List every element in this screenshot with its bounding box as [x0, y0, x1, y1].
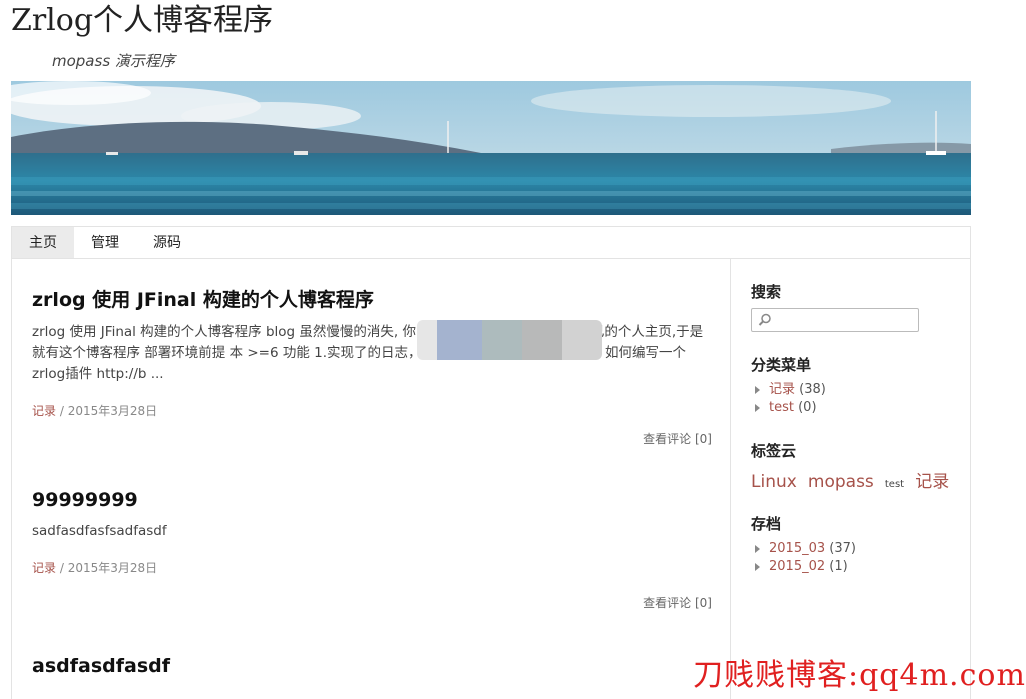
post-item: zrlog 使用 JFinal 构建的个人博客程序 zrlog 使用 JFina…	[32, 285, 712, 446]
search-box	[751, 308, 919, 332]
post-excerpt: sadfasdfasfsadfasdf	[32, 523, 167, 539]
list-item: test (0)	[751, 399, 826, 417]
category-link[interactable]: test	[769, 400, 794, 415]
search-widget: 搜索	[751, 281, 919, 332]
post-item: asdfasdfasdf	[32, 655, 712, 677]
post-meta: 记录 / 2015年3月28日	[32, 402, 712, 419]
tag-link[interactable]: 记录	[915, 472, 949, 492]
category-list: 记录 (38) test (0)	[751, 381, 826, 417]
archive-count: (37)	[829, 541, 856, 556]
tag-cloud-title: 标签云	[751, 442, 797, 460]
archive-link[interactable]: 2015_03	[769, 541, 825, 556]
nav-item-source[interactable]: 源码	[136, 227, 198, 259]
category-link[interactable]: 记录	[769, 382, 795, 397]
post-title[interactable]: 99999999	[32, 489, 712, 511]
post-excerpt: zrlog 使用 JFinal 构建的个人博客程序 blog 虽然慢慢的消失, …	[32, 324, 704, 382]
nav-item-admin[interactable]: 管理	[74, 227, 136, 259]
search-widget-title: 搜索	[751, 283, 782, 301]
list-item: 记录 (38)	[751, 381, 826, 399]
archive-widget: 存档 2015_03 (37) 2015_02 (1)	[751, 513, 856, 576]
archive-link[interactable]: 2015_02	[769, 559, 825, 574]
post-category-link[interactable]: 记录	[32, 561, 56, 575]
bullet-icon	[755, 563, 760, 571]
post-meta: 记录 / 2015年3月28日	[32, 559, 712, 576]
view-comments-link[interactable]: 查看评论 [0]	[643, 430, 712, 447]
tag-link[interactable]: test	[885, 479, 904, 490]
watermark-text: 刀贱贱博客:qq4m.com	[693, 658, 1026, 693]
search-input[interactable]	[772, 311, 916, 329]
meta-separator: /	[59, 561, 68, 575]
tag-cloud-widget: 标签云 Linux mopass test 记录	[751, 440, 955, 492]
main-navigation: 主页 管理 源码	[11, 226, 971, 259]
category-count: (38)	[799, 382, 826, 397]
tag-link[interactable]: Linux	[751, 472, 797, 492]
header-banner-image	[11, 81, 971, 215]
category-count: (0)	[798, 400, 817, 415]
archive-count: (1)	[829, 559, 848, 574]
post-date: 2015年3月28日	[67, 404, 158, 418]
list-item: 2015_03 (37)	[751, 540, 856, 558]
post-list: zrlog 使用 JFinal 构建的个人博客程序 zrlog 使用 JFina…	[12, 259, 731, 699]
list-item: 2015_02 (1)	[751, 558, 856, 576]
post-category-link[interactable]: 记录	[32, 404, 56, 418]
tag-link[interactable]: mopass	[808, 472, 874, 492]
site-title[interactable]: Zrlog个人博客程序	[11, 0, 273, 42]
meta-separator: /	[59, 404, 68, 418]
post-item: 99999999 sadfasdfasfsadfasdf 记录 / 2015年3…	[32, 489, 712, 610]
tag-cloud: Linux mopass test 记录	[751, 467, 955, 492]
archive-widget-title: 存档	[751, 515, 782, 533]
post-title[interactable]: asdfasdfasdf	[32, 655, 712, 677]
bullet-icon	[755, 545, 760, 553]
archive-list: 2015_03 (37) 2015_02 (1)	[751, 540, 856, 576]
view-comments-link[interactable]: 查看评论 [0]	[643, 594, 712, 611]
search-icon	[758, 313, 771, 326]
category-widget: 分类菜单 记录 (38) test (0)	[751, 354, 826, 417]
bullet-icon	[755, 404, 760, 412]
post-title[interactable]: zrlog 使用 JFinal 构建的个人博客程序	[32, 285, 712, 312]
redaction-blur	[417, 320, 602, 360]
bullet-icon	[755, 386, 760, 394]
site-subtitle: mopass 演示程序	[52, 52, 175, 70]
category-widget-title: 分类菜单	[751, 356, 812, 374]
post-date: 2015年3月28日	[67, 561, 158, 575]
nav-item-home[interactable]: 主页	[12, 227, 74, 259]
